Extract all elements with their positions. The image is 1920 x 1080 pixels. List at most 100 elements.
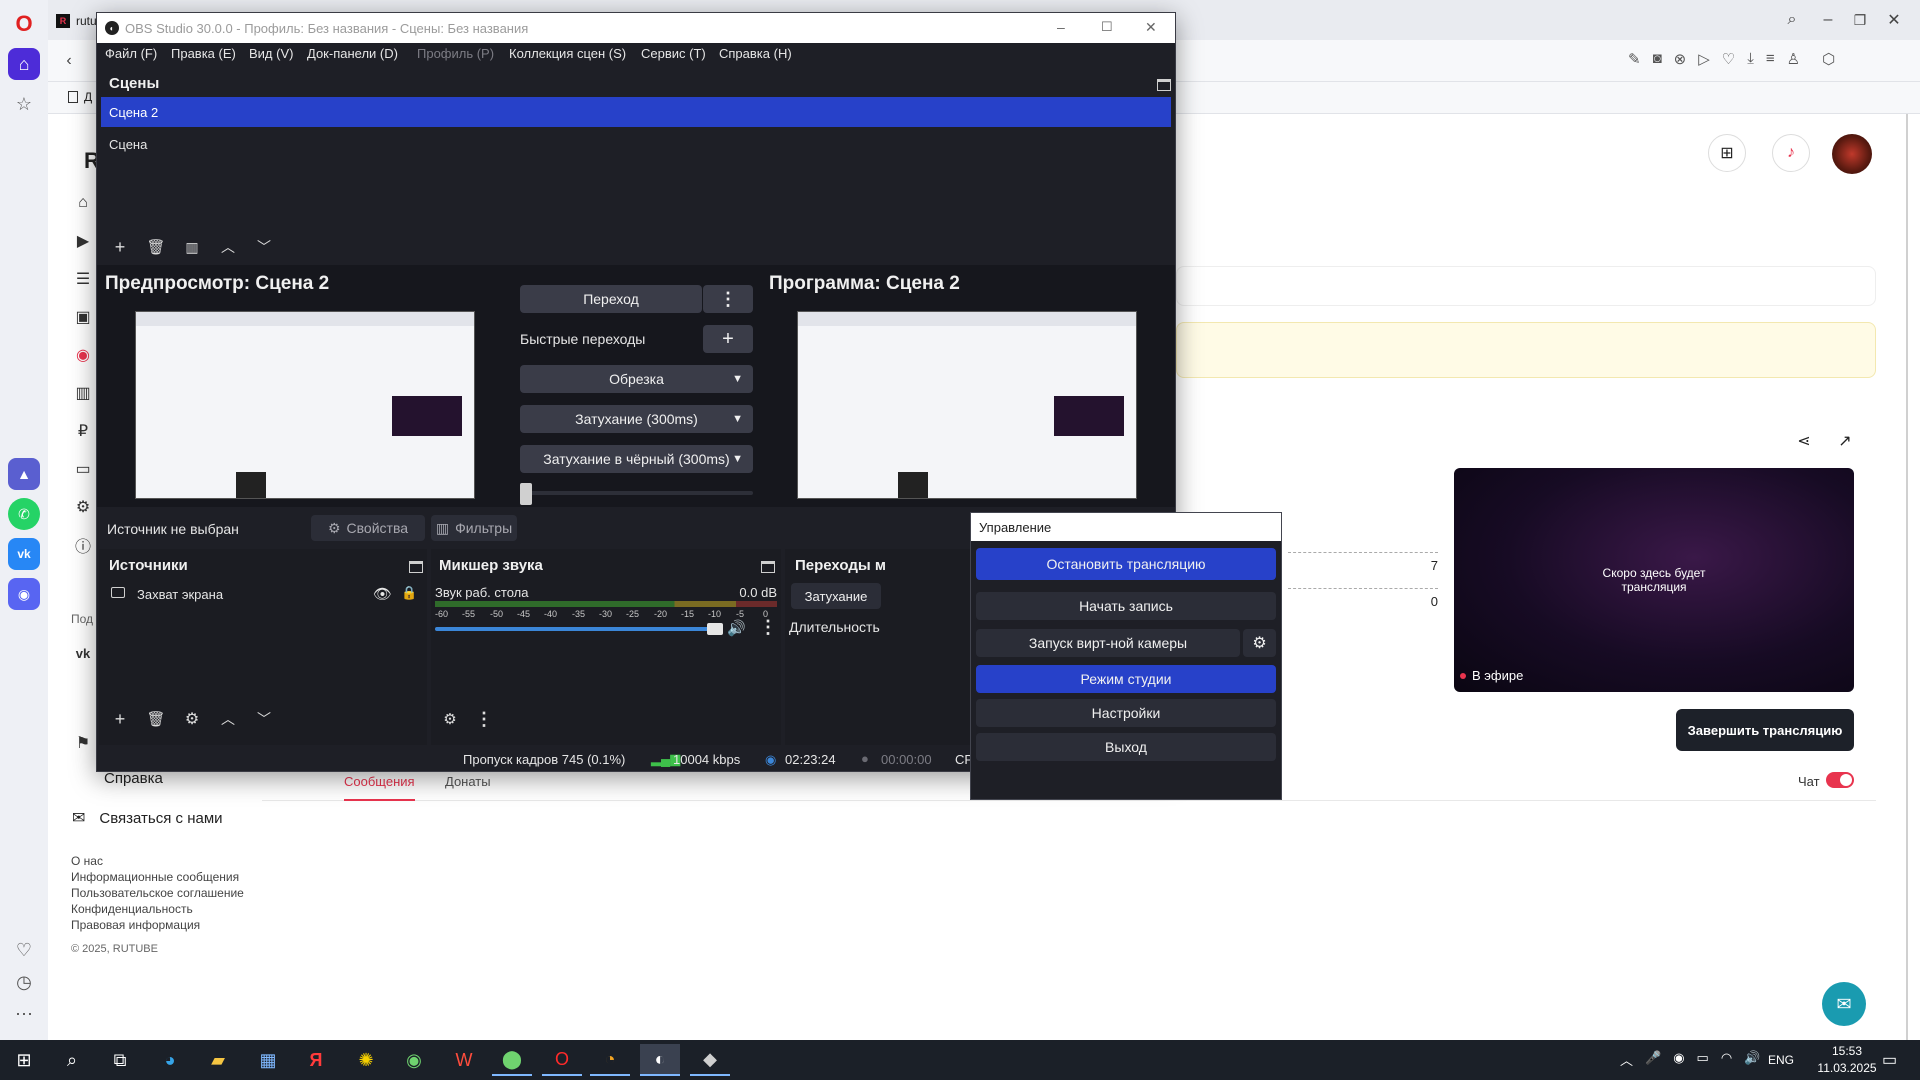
- flag-icon[interactable]: ⚑: [72, 732, 94, 754]
- vk-link-icon[interactable]: vk: [72, 642, 94, 664]
- heart-icon[interactable]: ♡: [1722, 50, 1735, 68]
- menu-edit[interactable]: Правка (E): [171, 46, 236, 61]
- tab-messages[interactable]: Сообщения: [344, 774, 415, 801]
- store-icon[interactable]: ▦: [248, 1044, 288, 1076]
- footer-link[interactable]: Информационные сообщения: [71, 870, 239, 884]
- move-up-icon[interactable]: ︿: [215, 707, 241, 731]
- yandex-browser-icon[interactable]: Я: [296, 1044, 336, 1076]
- menu-view[interactable]: Вид (V): [249, 46, 293, 61]
- torrent-icon[interactable]: ⬤: [492, 1044, 532, 1076]
- lock-icon[interactable]: 🔒: [401, 585, 417, 601]
- start-recording-button[interactable]: Начать запись: [976, 592, 1276, 620]
- history-icon[interactable]: ◷: [8, 966, 40, 998]
- source-properties-icon[interactable]: ⚙: [179, 707, 205, 731]
- star-icon[interactable]: ☆: [8, 88, 40, 120]
- add-quick-transition-icon[interactable]: +: [703, 325, 753, 353]
- tray-chevron-icon[interactable]: ︿: [1620, 1050, 1633, 1069]
- menu-docks[interactable]: Док-панели (D): [307, 46, 398, 61]
- opera-logo-icon[interactable]: O: [8, 8, 40, 40]
- dock-float-icon[interactable]: [409, 561, 423, 573]
- search-icon[interactable]: ⌕: [52, 1044, 92, 1076]
- obs-maximize-icon[interactable]: ☐: [1101, 19, 1113, 35]
- volume-slider-track[interactable]: [435, 623, 723, 635]
- exit-button[interactable]: Выход: [976, 733, 1276, 761]
- settings-button[interactable]: Настройки: [976, 699, 1276, 727]
- stream-preview[interactable]: Скоро здесь будет трансляция В эфире: [1454, 468, 1854, 692]
- footer-link[interactable]: Конфиденциальность: [71, 902, 193, 916]
- language-indicator[interactable]: ENG: [1768, 1053, 1794, 1067]
- scene-item[interactable]: Сцена: [101, 129, 1171, 159]
- nav-video-icon[interactable]: ▶: [72, 230, 94, 252]
- play-icon[interactable]: ▷: [1698, 50, 1710, 68]
- opera-icon[interactable]: O: [542, 1044, 582, 1076]
- notification-bell-icon[interactable]: ♪: [1772, 134, 1810, 172]
- footer-link[interactable]: Правовая информация: [71, 918, 200, 932]
- nav-home-icon[interactable]: ⌂: [72, 192, 94, 214]
- transition-menu-icon[interactable]: ⋮: [703, 285, 753, 313]
- virtual-camera-settings-icon[interactable]: ⚙: [1243, 629, 1276, 657]
- move-down-icon[interactable]: ﹀: [251, 235, 277, 259]
- dock-float-icon[interactable]: [1157, 79, 1171, 91]
- app-icon[interactable]: ✺: [346, 1044, 386, 1076]
- edit-icon[interactable]: ✎: [1628, 50, 1641, 68]
- clock-date[interactable]: 11.03.2025: [1812, 1061, 1882, 1075]
- filters-button[interactable]: ▥ Фильтры: [431, 515, 517, 541]
- avatar[interactable]: [1832, 134, 1872, 174]
- studio-mode-button[interactable]: Режим студии: [976, 665, 1276, 693]
- tab-donations[interactable]: Донаты: [445, 774, 491, 789]
- heart-icon[interactable]: ♡: [8, 934, 40, 966]
- source-item[interactable]: Захват экрана 👁 🔒: [107, 583, 419, 607]
- virtual-camera-button[interactable]: Запуск вирт-ной камеры: [976, 629, 1240, 657]
- back-icon[interactable]: ‹: [58, 50, 80, 72]
- mixer-menu-icon[interactable]: ⋮: [471, 707, 497, 731]
- footer-link[interactable]: Пользовательское соглашение: [71, 886, 244, 900]
- home-icon[interactable]: ⌂: [8, 48, 40, 80]
- wps-icon[interactable]: W: [444, 1044, 484, 1076]
- nav-doc-icon[interactable]: ▣: [72, 306, 94, 328]
- share-icon[interactable]: ⋖: [1793, 430, 1815, 452]
- remove-scene-icon[interactable]: 🗑: [143, 235, 169, 259]
- nav-broadcast-icon[interactable]: ◉: [72, 344, 94, 366]
- nav-list-icon[interactable]: ☰: [72, 268, 94, 290]
- block-icon[interactable]: ⊗: [1674, 50, 1687, 68]
- help-link[interactable]: Справка: [72, 770, 163, 787]
- move-down-icon[interactable]: ﹀: [251, 707, 277, 731]
- transition-select[interactable]: Затухание: [791, 583, 881, 609]
- menu-profile[interactable]: Профиль (P): [417, 46, 494, 61]
- transition-button[interactable]: Переход: [520, 285, 702, 313]
- t-bar-handle[interactable]: [520, 483, 532, 505]
- nav-info-icon[interactable]: ⓘ: [72, 534, 94, 556]
- stop-stream-button[interactable]: Остановить трансляцию: [976, 548, 1276, 580]
- microphone-icon[interactable]: 🎤: [1645, 1050, 1661, 1069]
- upload-icon[interactable]: ⊞: [1708, 134, 1746, 172]
- quick-transition-select[interactable]: Затухание в чёрный (300ms) ▼: [520, 445, 753, 473]
- clock-time[interactable]: 15:53: [1812, 1044, 1882, 1058]
- external-link-icon[interactable]: ↗: [1834, 430, 1856, 452]
- aria-icon[interactable]: ▲: [8, 458, 40, 490]
- scene-filters-icon[interactable]: ▥: [179, 235, 205, 259]
- discord-icon[interactable]: ◉: [8, 578, 40, 610]
- volume-slider-handle[interactable]: [707, 623, 723, 635]
- nav-coin-icon[interactable]: ₽: [72, 420, 94, 442]
- properties-button[interactable]: ⚙ Свойства: [311, 515, 425, 541]
- download-icon[interactable]: ⤓: [1747, 50, 1754, 68]
- nav-comments-icon[interactable]: ▭: [72, 458, 94, 480]
- tray-app-icon[interactable]: ◉: [1673, 1050, 1684, 1069]
- cube-icon[interactable]: ⬡: [1822, 50, 1835, 68]
- menu-help[interactable]: Справка (H): [719, 46, 792, 61]
- speaker-icon[interactable]: 🔊: [727, 619, 746, 637]
- game-icon[interactable]: ◆: [690, 1044, 730, 1076]
- search-icon[interactable]: ⌕: [1780, 8, 1804, 32]
- notifications-icon[interactable]: ▭: [1882, 1050, 1897, 1070]
- restore-icon[interactable]: ❐: [1848, 8, 1872, 32]
- menu-icon[interactable]: ≡: [1766, 50, 1775, 68]
- whatsapp-icon[interactable]: ✆: [8, 498, 40, 530]
- program-canvas[interactable]: [797, 311, 1137, 499]
- more-icon[interactable]: ⋯: [8, 998, 40, 1030]
- support-chat-icon[interactable]: ✉: [1822, 982, 1866, 1026]
- app-icon[interactable]: ◔: [590, 1044, 630, 1076]
- nav-stats-icon[interactable]: ▥: [72, 382, 94, 404]
- move-up-icon[interactable]: ︿: [215, 235, 241, 259]
- obs-taskbar-icon[interactable]: ◐: [640, 1044, 680, 1076]
- menu-scene-collection[interactable]: Коллекция сцен (S): [509, 46, 626, 61]
